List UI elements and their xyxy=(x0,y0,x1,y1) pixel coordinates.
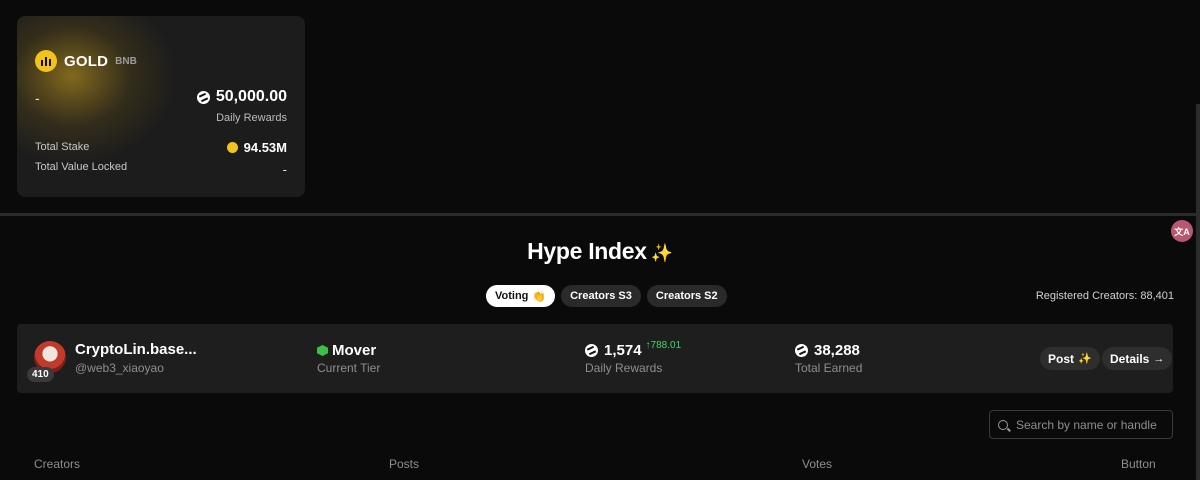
pool-daily-rewards-label: Daily Rewards xyxy=(216,112,287,124)
post-button-label: Post xyxy=(1048,351,1075,366)
search-input[interactable] xyxy=(1016,417,1166,432)
user-total-earned: 38,288 xyxy=(795,342,860,359)
pool-name: GOLD xyxy=(64,52,109,70)
pool-left-value: - xyxy=(35,90,40,106)
user-handle: @web3_xiaoyao xyxy=(75,361,164,375)
tier-name: Mover xyxy=(332,342,377,359)
column-header-button: Button xyxy=(1121,457,1156,471)
reward-token-icon xyxy=(795,344,808,357)
column-header-posts[interactable]: Posts xyxy=(389,457,419,471)
column-header-creators[interactable]: Creators xyxy=(34,457,80,471)
details-button[interactable]: Details → xyxy=(1102,347,1173,370)
user-daily-rewards-value: 1,574 xyxy=(604,342,642,359)
clap-icon: 👏 xyxy=(532,290,547,303)
tab-creators-s2[interactable]: Creators S2 xyxy=(646,285,727,307)
tvl-value: - xyxy=(282,162,287,177)
tier-hexagon-icon xyxy=(317,345,328,356)
tier-label: Current Tier xyxy=(317,361,381,375)
user-total-earned-label: Total Earned xyxy=(795,361,863,375)
reward-token-icon xyxy=(585,344,598,357)
page-title: Hype Index ✨ xyxy=(0,238,1200,265)
daily-rewards-delta: ↑788.01 xyxy=(645,340,682,351)
page-scrollbar[interactable] xyxy=(1196,104,1200,480)
pool-card[interactable]: GOLD BNB - 50,000.00 Daily Rewards Total… xyxy=(17,16,305,197)
sparkle-icon: ✨ xyxy=(1078,353,1092,365)
tab-voting-label: Voting xyxy=(495,290,529,302)
pool-header: GOLD BNB xyxy=(35,50,137,72)
pool-chain: BNB xyxy=(115,55,137,67)
registered-creators-count: Registered Creators: 88,401 xyxy=(1035,290,1174,302)
user-summary-card: 410 CryptoLin.base... @web3_xiaoyao Move… xyxy=(17,324,1173,393)
user-daily-rewards-label: Daily Rewards xyxy=(585,361,663,375)
total-stake-value: 94.53M xyxy=(243,140,287,155)
gold-coin-icon xyxy=(35,50,57,72)
tier-value: Mover xyxy=(317,342,376,359)
search-box[interactable] xyxy=(989,410,1173,439)
tab-bar: Voting 👏 Creators S3 Creators S2 xyxy=(486,285,727,307)
pool-daily-rewards-value: 50,000.00 xyxy=(215,88,287,105)
total-stake: 94.53M xyxy=(226,140,287,155)
total-stake-label: Total Stake xyxy=(35,141,90,153)
arrow-right-icon: → xyxy=(1153,352,1165,365)
rank-badge: 410 xyxy=(27,367,54,382)
post-button[interactable]: Post ✨ xyxy=(1040,347,1100,370)
reward-token-icon xyxy=(196,90,210,104)
user-name[interactable]: CryptoLin.base... xyxy=(75,341,197,358)
user-total-earned-value: 38,288 xyxy=(814,342,860,359)
section-divider xyxy=(0,213,1200,216)
pool-daily-rewards: 50,000.00 xyxy=(196,88,287,106)
details-button-label: Details xyxy=(1110,351,1150,366)
user-daily-rewards: 1,574 ↑788.01 xyxy=(585,340,682,359)
tvl-label: Total Value Locked xyxy=(35,161,128,173)
sparkle-icon: ✨ xyxy=(650,243,673,263)
column-header-votes[interactable]: Votes xyxy=(802,457,832,471)
search-icon xyxy=(998,419,1008,430)
gold-coin-small-icon xyxy=(226,142,238,153)
tab-voting[interactable]: Voting 👏 xyxy=(486,285,556,307)
page-title-text: Hype Index xyxy=(527,238,647,264)
tab-creators-s3[interactable]: Creators S3 xyxy=(561,285,641,307)
